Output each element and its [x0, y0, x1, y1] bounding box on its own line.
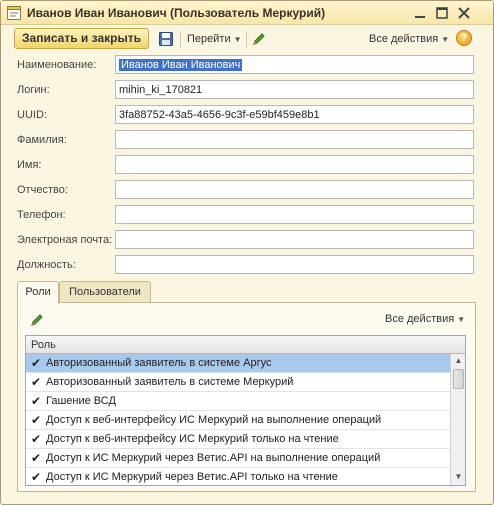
all-actions-menu[interactable]: Все действия ▼ — [369, 33, 449, 45]
table-row[interactable]: ✔ Доступ к веб-интерфейсу ИС Меркурий то… — [26, 430, 450, 449]
surname-field[interactable] — [115, 130, 474, 149]
title-bar: Иванов Иван Иванович (Пользователь Мерку… — [1, 1, 493, 25]
name-field[interactable]: Иванов Иван Иванович — [115, 55, 474, 74]
scroll-down-icon[interactable]: ▼ — [452, 470, 465, 484]
table-row[interactable]: ✔ Доступ к ИС Меркурий через Ветис.API т… — [26, 468, 450, 485]
command-bar: Записать и закрыть Перейти ▼ Все действия… — [1, 25, 493, 53]
vertical-scrollbar[interactable]: ▲ ▼ — [450, 354, 465, 485]
position-field[interactable] — [115, 255, 474, 274]
chevron-down-icon: ▼ — [233, 35, 242, 44]
checkmark-icon: ✔ — [31, 432, 42, 446]
goto-label: Перейти — [187, 33, 231, 45]
field-label-name: Наименование: — [17, 59, 97, 71]
save-and-close-button[interactable]: Записать и закрыть — [14, 28, 149, 49]
field-label-patronymic: Отчество: — [17, 184, 68, 196]
chevron-down-icon: ▼ — [441, 35, 450, 44]
field-label-phone: Телефон: — [17, 209, 66, 221]
pencil-icon[interactable] — [251, 31, 267, 47]
role-name: Авторизованный заявитель в системе Мерку… — [46, 376, 294, 388]
checkmark-icon: ✔ — [31, 394, 42, 408]
roles-table: Роль ✔ Авторизованный заявитель в систем… — [25, 335, 466, 486]
uuid-field[interactable]: 3fa88752-43a5-4656-9c3f-e59bf459e8b1 — [115, 105, 474, 124]
role-name: Авторизованный заявитель в системе Аргус — [46, 357, 272, 369]
table-row[interactable]: ✔ Доступ к веб-интерфейсу ИС Меркурий на… — [26, 411, 450, 430]
maximize-icon[interactable] — [434, 5, 450, 21]
checkmark-icon: ✔ — [31, 356, 42, 370]
field-label-login: Логин: — [17, 84, 50, 96]
scroll-up-icon[interactable]: ▲ — [452, 354, 465, 368]
chevron-down-icon: ▼ — [457, 315, 466, 324]
role-name: Доступ к ИС Меркурий через Ветис.API на … — [46, 452, 381, 464]
role-name: Доступ к веб-интерфейсу ИС Меркурий толь… — [46, 433, 339, 445]
role-name: Гашение ВСД — [46, 395, 116, 407]
phone-field[interactable] — [115, 205, 474, 224]
help-icon[interactable]: ? — [456, 30, 472, 46]
roles-table-header[interactable]: Роль — [26, 336, 465, 354]
minimize-icon[interactable] — [412, 5, 428, 21]
table-row[interactable]: ✔ Авторизованный заявитель в системе Мер… — [26, 373, 450, 392]
role-name: Доступ к веб-интерфейсу ИС Меркурий на в… — [46, 414, 382, 426]
pencil-icon[interactable] — [29, 312, 45, 328]
all-actions-label: Все действия — [369, 33, 439, 45]
checkmark-icon: ✔ — [31, 375, 42, 389]
column-header-role: Роль — [31, 339, 56, 351]
first-name-field[interactable] — [115, 155, 474, 174]
form-window: Иванов Иван Иванович (Пользователь Мерку… — [0, 0, 494, 505]
toolbar-separator — [246, 31, 247, 47]
login-field[interactable]: mihin_ki_170821 — [115, 80, 474, 99]
window-title: Иванов Иван Иванович (Пользователь Мерку… — [27, 6, 326, 20]
role-name: Доступ к ИС Меркурий через Ветис.API тол… — [46, 471, 338, 483]
checkmark-icon: ✔ — [31, 451, 42, 465]
field-label-uuid: UUID: — [17, 109, 47, 121]
close-icon[interactable] — [456, 5, 472, 21]
checkmark-icon: ✔ — [31, 470, 42, 484]
email-field[interactable] — [115, 230, 474, 249]
table-row[interactable]: ✔ Гашение ВСД — [26, 392, 450, 411]
roles-all-actions-label: Все действия — [385, 313, 455, 325]
field-label-position: Должность: — [17, 259, 76, 271]
roles-all-actions-menu[interactable]: Все действия ▼ — [385, 313, 465, 325]
scrollbar-thumb[interactable] — [453, 369, 464, 389]
tab-roles[interactable]: Роли — [17, 281, 59, 304]
goto-menu[interactable]: Перейти ▼ — [187, 33, 242, 45]
field-label-email: Электроная почта: — [17, 234, 113, 246]
form-icon — [6, 5, 22, 21]
field-label-surname: Фамилия: — [17, 134, 67, 146]
checkmark-icon: ✔ — [31, 413, 42, 427]
floppy-disk-icon[interactable] — [158, 31, 174, 47]
table-row[interactable]: ✔ Авторизованный заявитель в системе Арг… — [26, 354, 450, 373]
tab-users[interactable]: Пользователи — [59, 281, 151, 303]
toolbar-separator — [180, 31, 181, 47]
table-row[interactable]: ✔ Доступ к ИС Меркурий через Ветис.API н… — [26, 449, 450, 468]
name-field-value: Иванов Иван Иванович — [119, 59, 243, 71]
patronymic-field[interactable] — [115, 180, 474, 199]
field-label-first-name: Имя: — [17, 159, 42, 171]
